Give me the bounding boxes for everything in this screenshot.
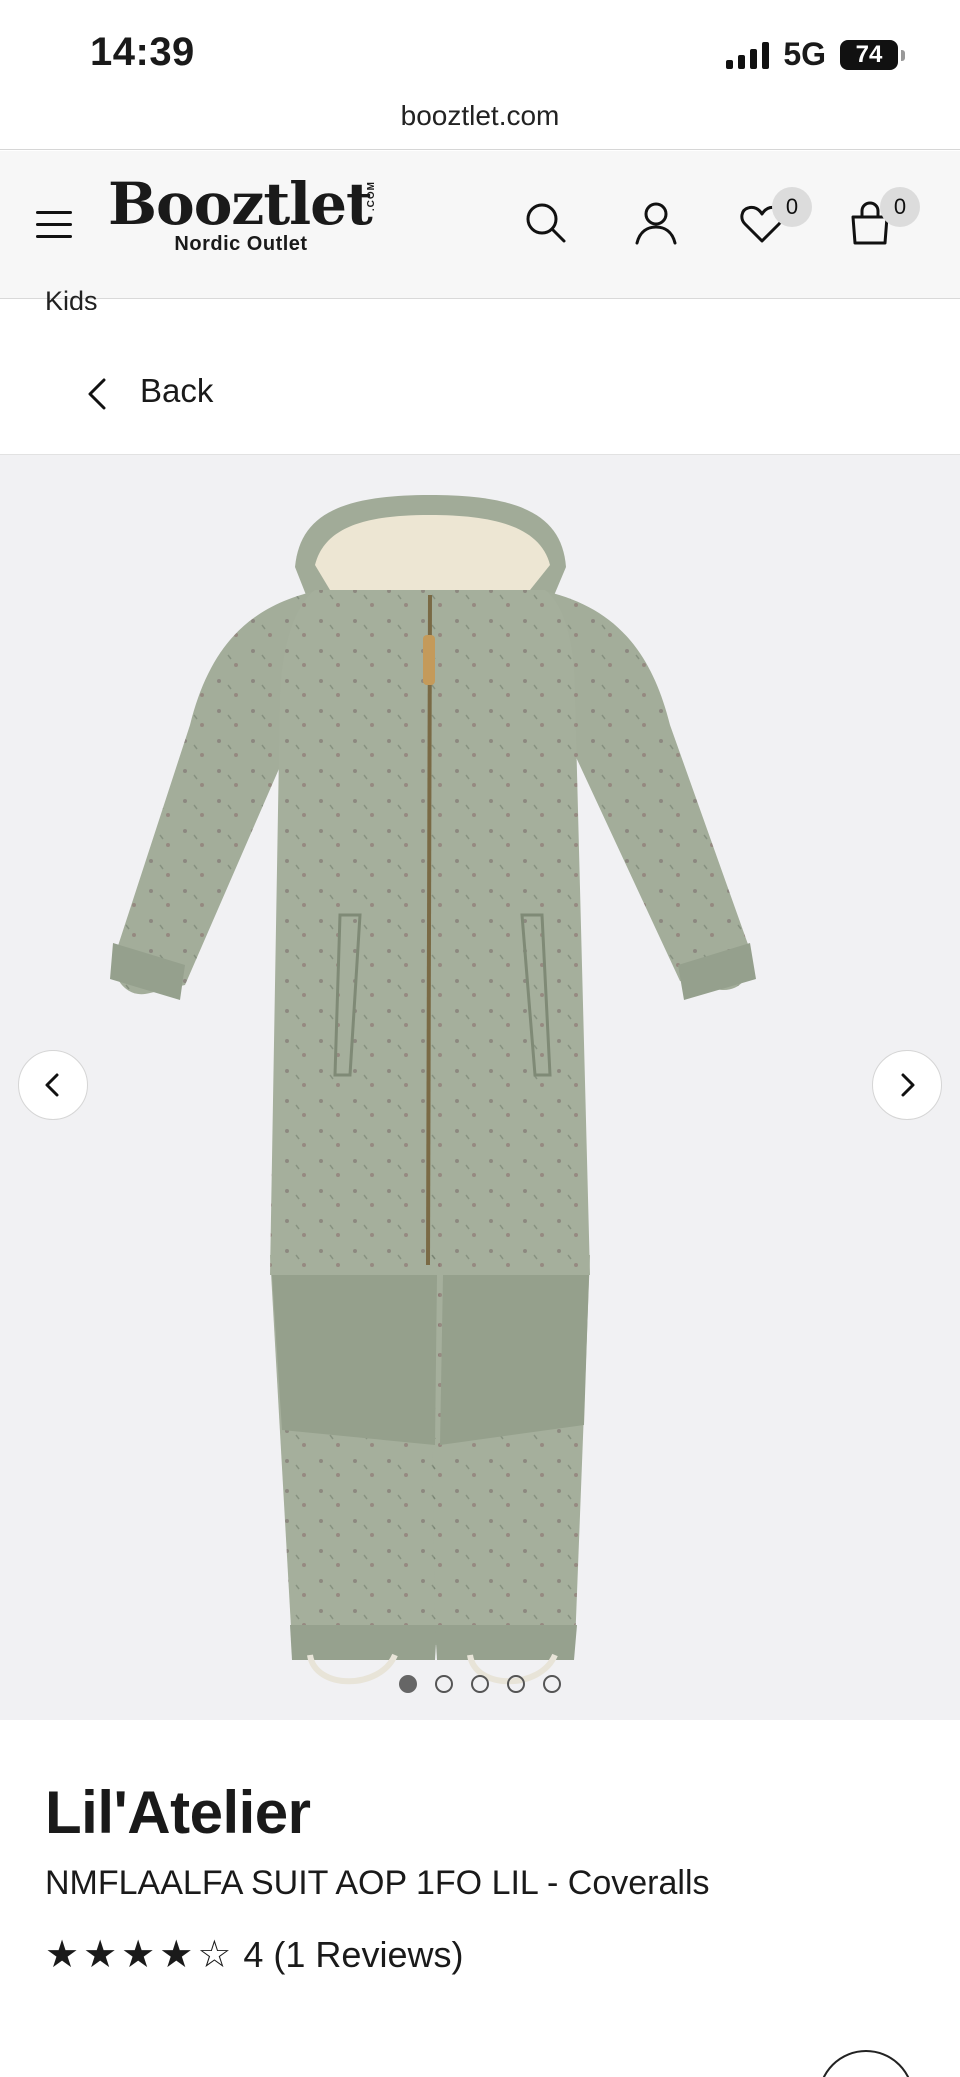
status-time: 14:39: [90, 30, 195, 74]
gallery-next-button[interactable]: [872, 1050, 942, 1120]
product-name: NMFLAALFA SUIT AOP 1FO LIL - Coveralls: [45, 1864, 710, 1902]
url-text: booztlet.com: [400, 100, 560, 131]
hamburger-menu-icon[interactable]: [36, 211, 72, 239]
star-filled-icon: ★: [83, 1934, 118, 1976]
star-empty-icon: ☆: [197, 1934, 232, 1976]
signal-icon: [726, 41, 770, 69]
star-filled-icon: ★: [121, 1934, 156, 1976]
gallery-dot[interactable]: [471, 1675, 489, 1693]
cart-count-badge: 0: [880, 187, 920, 227]
breadcrumb-link[interactable]: Kids: [45, 286, 98, 310]
gallery-dot[interactable]: [399, 1675, 417, 1693]
status-indicators: 5G 74: [726, 36, 905, 73]
status-bar: 14:39 5G 74: [0, 0, 960, 110]
url-bar[interactable]: booztlet.com: [0, 100, 960, 150]
star-filled-icon: ★: [45, 1934, 80, 1976]
rating-stars: ★ ★ ★ ★ ☆: [45, 1935, 231, 1975]
chat-button[interactable]: [818, 2050, 914, 2077]
gallery-prev-button[interactable]: [18, 1050, 88, 1120]
account-icon[interactable]: [632, 199, 680, 247]
site-logo[interactable]: Booztlet .COM Nordic Outlet: [108, 171, 378, 256]
chevron-left-icon: [82, 374, 112, 414]
search-icon[interactable]: [522, 199, 570, 247]
product-image-coverall[interactable]: [110, 495, 850, 1685]
gallery-dot[interactable]: [543, 1675, 561, 1693]
product-rating[interactable]: ★ ★ ★ ★ ☆ 4 (1 Reviews): [45, 1934, 463, 1976]
product-brand[interactable]: Lil'Atelier: [45, 1778, 311, 1847]
gallery-dot[interactable]: [435, 1675, 453, 1693]
product-image-gallery[interactable]: [0, 455, 960, 1720]
gallery-dot[interactable]: [507, 1675, 525, 1693]
logo-wordmark: Booztlet: [108, 170, 373, 238]
chevron-right-icon: [901, 1073, 915, 1097]
gallery-pagination: [0, 1675, 960, 1693]
logo-com: .COM: [366, 181, 377, 212]
back-button[interactable]: Back: [0, 340, 960, 455]
chevron-left-icon: [45, 1073, 59, 1097]
rating-text: 4 (1 Reviews): [243, 1934, 464, 1975]
network-label: 5G: [783, 36, 826, 72]
wishlist-heart-icon[interactable]: 0: [738, 187, 812, 247]
shopping-bag-icon[interactable]: 0: [846, 187, 920, 247]
site-header: Booztlet .COM Nordic Outlet 0 0: [0, 151, 960, 299]
wishlist-count-badge: 0: [772, 187, 812, 227]
back-label: Back: [140, 372, 214, 409]
star-filled-icon: ★: [159, 1934, 194, 1976]
battery-level: 74: [855, 40, 883, 68]
battery-icon: 74: [840, 39, 905, 70]
